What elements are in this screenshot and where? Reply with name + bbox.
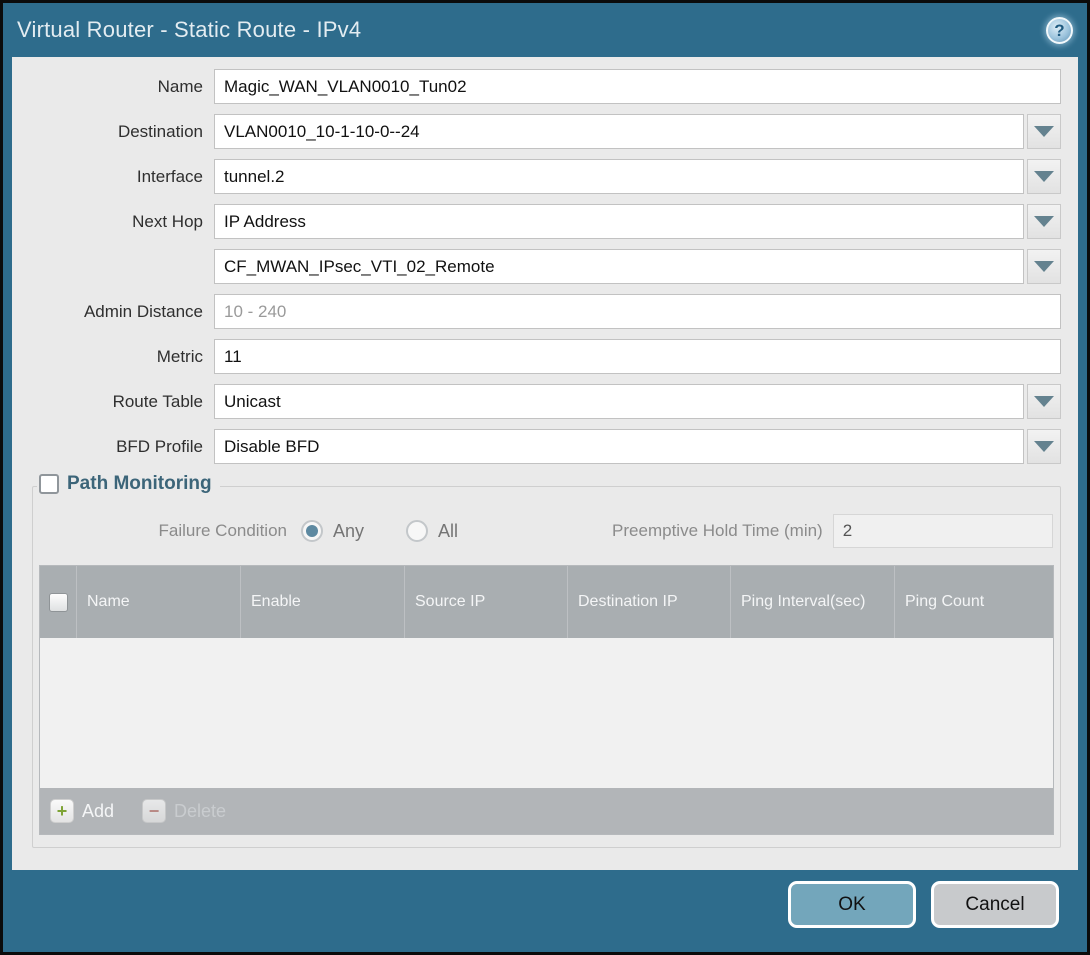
interface-row: Interface bbox=[32, 159, 1061, 194]
table-header-checkbox-cell bbox=[40, 566, 77, 638]
route-table-label: Route Table bbox=[32, 392, 214, 412]
metric-row: Metric bbox=[32, 339, 1061, 374]
radio-any-label: Any bbox=[333, 521, 364, 542]
path-monitoring-section: Path Monitoring Failure Condition Any Al… bbox=[32, 486, 1061, 848]
next-hop-label: Next Hop bbox=[32, 212, 214, 232]
radio-all-label: All bbox=[438, 521, 458, 542]
preemptive-hold-time-label: Preemptive Hold Time (min) bbox=[612, 521, 823, 541]
next-hop-address-input[interactable] bbox=[214, 249, 1024, 284]
next-hop-dropdown-button[interactable] bbox=[1027, 204, 1061, 239]
interface-label: Interface bbox=[32, 167, 214, 187]
column-header-enable: Enable bbox=[241, 566, 405, 638]
metric-label: Metric bbox=[32, 347, 214, 367]
chevron-down-icon bbox=[1034, 171, 1054, 182]
interface-input[interactable] bbox=[214, 159, 1024, 194]
bfd-profile-dropdown-button[interactable] bbox=[1027, 429, 1061, 464]
radio-option-any[interactable]: Any bbox=[301, 520, 364, 542]
delete-button[interactable]: − Delete bbox=[142, 799, 226, 823]
admin-distance-row: Admin Distance bbox=[32, 294, 1061, 329]
column-header-source-ip: Source IP bbox=[405, 566, 568, 638]
minus-icon: − bbox=[142, 799, 166, 823]
dialog-content: Name Destination Interface bbox=[12, 57, 1078, 870]
add-button[interactable]: + Add bbox=[50, 799, 114, 823]
dialog-titlebar: Virtual Router - Static Route - IPv4 ? bbox=[3, 3, 1087, 57]
add-button-label: Add bbox=[82, 801, 114, 822]
admin-distance-input[interactable] bbox=[214, 294, 1061, 329]
bfd-profile-input[interactable] bbox=[214, 429, 1024, 464]
name-row: Name bbox=[32, 69, 1061, 104]
bfd-profile-row: BFD Profile bbox=[32, 429, 1061, 464]
destination-input[interactable] bbox=[214, 114, 1024, 149]
chevron-down-icon bbox=[1034, 396, 1054, 407]
failure-condition-label: Failure Condition bbox=[39, 521, 301, 541]
column-header-name: Name bbox=[77, 566, 241, 638]
interface-dropdown-button[interactable] bbox=[1027, 159, 1061, 194]
route-table-input[interactable] bbox=[214, 384, 1024, 419]
radio-any-icon bbox=[301, 520, 323, 542]
failure-condition-row: Failure Condition Any All Preemptive Hol… bbox=[39, 513, 1054, 549]
destination-dropdown-button[interactable] bbox=[1027, 114, 1061, 149]
help-icon[interactable]: ? bbox=[1046, 17, 1073, 44]
table-toolbar: + Add − Delete bbox=[40, 788, 1053, 834]
plus-icon: + bbox=[50, 799, 74, 823]
preemptive-hold-time-input[interactable] bbox=[833, 514, 1053, 548]
dialog-footer: OK Cancel bbox=[3, 870, 1087, 952]
dialog-frame: Virtual Router - Static Route - IPv4 ? N… bbox=[3, 3, 1087, 952]
failure-condition-radio-group: Any All bbox=[301, 520, 500, 542]
radio-all-icon bbox=[406, 520, 428, 542]
next-hop-address-dropdown-button[interactable] bbox=[1027, 249, 1061, 284]
radio-option-all[interactable]: All bbox=[406, 520, 458, 542]
ok-button[interactable]: OK bbox=[788, 881, 916, 928]
chevron-down-icon bbox=[1034, 261, 1054, 272]
path-monitoring-table: Name Enable Source IP Destination IP Pin… bbox=[39, 565, 1054, 835]
chevron-down-icon bbox=[1034, 126, 1054, 137]
next-hop-address-row bbox=[32, 249, 1061, 284]
path-monitoring-legend: Path Monitoring bbox=[37, 473, 220, 495]
name-label: Name bbox=[32, 77, 214, 97]
name-input[interactable] bbox=[214, 69, 1061, 104]
destination-label: Destination bbox=[32, 122, 214, 142]
column-header-ping-count: Ping Count bbox=[895, 566, 1053, 638]
admin-distance-label: Admin Distance bbox=[32, 302, 214, 322]
next-hop-row: Next Hop bbox=[32, 204, 1061, 239]
cancel-button[interactable]: Cancel bbox=[931, 881, 1059, 928]
metric-input[interactable] bbox=[214, 339, 1061, 374]
route-table-row: Route Table bbox=[32, 384, 1061, 419]
static-route-dialog: Virtual Router - Static Route - IPv4 ? N… bbox=[0, 0, 1090, 955]
delete-button-label: Delete bbox=[174, 801, 226, 822]
page-title: Virtual Router - Static Route - IPv4 bbox=[17, 17, 361, 43]
chevron-down-icon bbox=[1034, 441, 1054, 452]
path-monitoring-title: Path Monitoring bbox=[67, 473, 212, 495]
select-all-checkbox[interactable] bbox=[49, 593, 68, 612]
chevron-down-icon bbox=[1034, 216, 1054, 227]
footer-buttons: OK Cancel bbox=[788, 881, 1059, 928]
column-header-destination-ip: Destination IP bbox=[568, 566, 731, 638]
destination-row: Destination bbox=[32, 114, 1061, 149]
next-hop-type-input[interactable] bbox=[214, 204, 1024, 239]
table-header-row: Name Enable Source IP Destination IP Pin… bbox=[40, 566, 1053, 638]
bfd-profile-label: BFD Profile bbox=[32, 437, 214, 457]
path-monitoring-checkbox[interactable] bbox=[39, 474, 59, 494]
column-header-ping-interval: Ping Interval(sec) bbox=[731, 566, 895, 638]
route-table-dropdown-button[interactable] bbox=[1027, 384, 1061, 419]
table-body-empty bbox=[40, 638, 1053, 788]
